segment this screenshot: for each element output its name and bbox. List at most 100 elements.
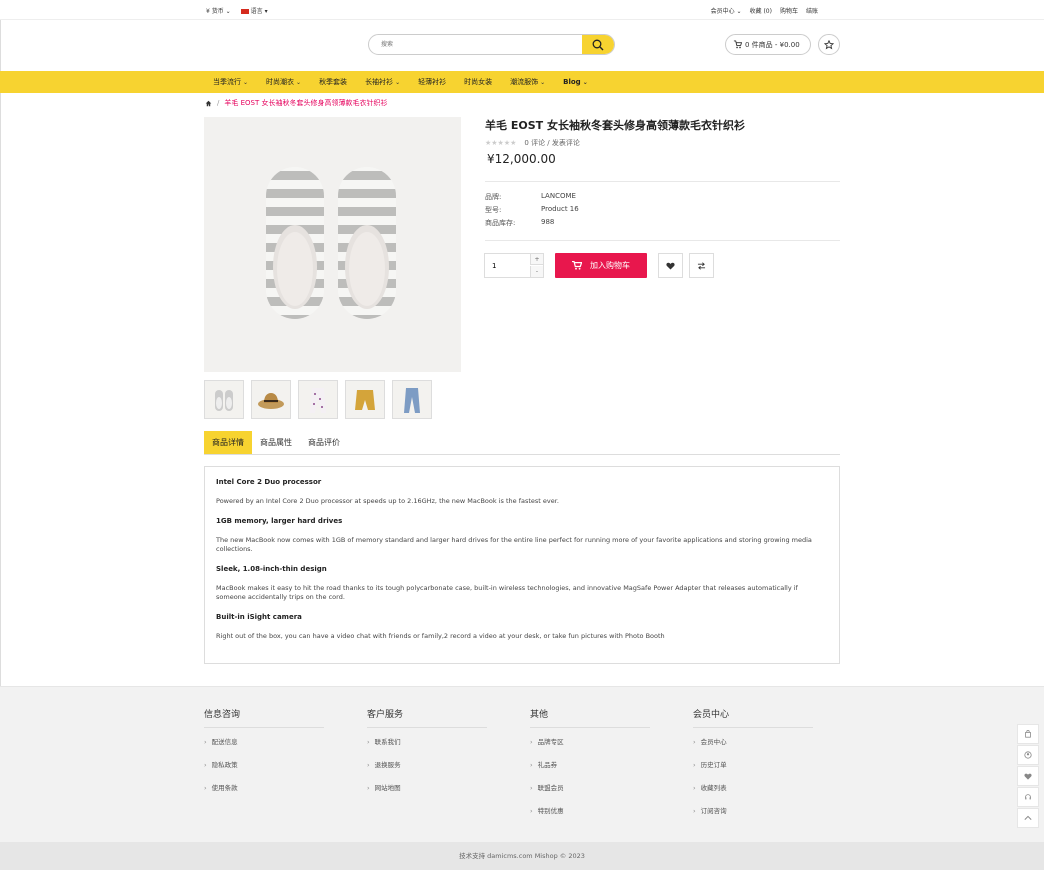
footer-link[interactable]: 隐私政策 — [204, 759, 324, 782]
nav-item-label: 长袖衬衫 — [365, 78, 394, 86]
home-icon[interactable] — [205, 100, 212, 107]
chevron-down-icon: ⌄ — [296, 79, 302, 86]
add-to-wishlist-button[interactable] — [658, 253, 683, 278]
wishlist-button[interactable] — [818, 34, 840, 55]
footer-link[interactable]: 会员中心 — [693, 736, 813, 759]
rating-stars-icon: ★★★★★ — [485, 139, 517, 147]
tab-1[interactable]: 商品属性 — [252, 431, 300, 454]
side-heart-icon[interactable] — [1017, 766, 1039, 786]
footer-link[interactable]: 联盟会员 — [530, 782, 650, 805]
footer-link[interactable]: 退换服务 — [367, 759, 487, 782]
add-to-cart-button[interactable]: 加入购物车 — [555, 253, 647, 278]
spec-value: LANCOME — [541, 192, 576, 200]
footer-link[interactable]: 联系我们 — [367, 736, 487, 759]
footer-link[interactable]: 订阅咨询 — [693, 805, 813, 828]
breadcrumb: / 羊毛 EOST 女长袖秋冬套头修身高领薄款毛衣针织衫 — [205, 98, 387, 108]
add-to-cart-label: 加入购物车 — [590, 261, 630, 270]
footer-link[interactable]: 礼品券 — [530, 759, 650, 782]
chevron-down-icon: ⌄ — [582, 79, 588, 86]
tab-2[interactable]: 商品评价 — [300, 431, 348, 454]
description-heading: Built-in iSight camera — [216, 613, 302, 621]
nav-item-5[interactable]: 时尚女装 — [464, 71, 492, 93]
quantity-increase-button[interactable]: + — [530, 254, 543, 265]
heart-icon — [666, 262, 675, 270]
quantity-stepper: + - — [484, 253, 544, 278]
main-nav: 当季流行 ⌄ 时尚潮衣 ⌄ 秋季套装 长袖衬衫 ⌄ 轻薄衬衫 时尚女装 潮流服饰 ⌄ Blog ⌄ — [0, 71, 1044, 93]
nav-item-label: 秋季套装 — [319, 78, 348, 86]
cart-icon — [572, 261, 582, 270]
thumbnail-slippers[interactable] — [204, 380, 244, 419]
footer-link[interactable]: 历史订单 — [693, 759, 813, 782]
nav-item-label: 当季流行 — [213, 78, 241, 86]
nav-item-1[interactable]: 时尚潮衣 ⌄ — [266, 71, 301, 93]
footer-link[interactable]: 品牌专区 — [530, 736, 650, 759]
wishlist-link[interactable]: 收藏 (0) — [750, 6, 772, 15]
thumbnail-shorts[interactable] — [345, 380, 385, 419]
search-button[interactable] — [582, 35, 614, 54]
nav-item-label: Blog — [563, 78, 581, 86]
side-support-icon[interactable] — [1017, 787, 1039, 807]
breadcrumb-current[interactable]: 羊毛 EOST 女长袖秋冬套头修身高领薄款毛衣针织衫 — [224, 98, 387, 108]
chevron-down-icon: ⌄ — [243, 79, 249, 86]
thumbnail-pants[interactable] — [298, 380, 338, 419]
nav-item-3[interactable]: 长袖衬衫 ⌄ — [365, 71, 400, 93]
thumbnail-hat[interactable] — [251, 380, 291, 419]
thumbnail-jeans[interactable] — [392, 380, 432, 419]
nav-item-0[interactable]: 当季流行 ⌄ — [213, 71, 248, 93]
cart-icon — [733, 40, 742, 49]
footer-column-title: 客户服务 — [367, 707, 487, 728]
back-to-top-icon[interactable] — [1017, 808, 1039, 828]
spec-row: 商品库存: 988 — [485, 218, 579, 231]
account-link[interactable]: 会员中心 ⌄ — [711, 6, 742, 15]
star-icon — [824, 39, 834, 49]
side-toolbar — [1017, 724, 1039, 828]
description-text: The new MacBook now comes with 1GB of me… — [216, 536, 812, 553]
spec-row: 品牌: LANCOME — [485, 192, 579, 205]
side-cart-icon[interactable] — [1017, 724, 1039, 744]
footer-link[interactable]: 网站地图 — [367, 782, 487, 805]
slippers-image — [266, 167, 396, 319]
copyright: 技术支持 damicms.com Mishop © 2023 — [0, 842, 1044, 870]
page-left-border — [0, 20, 1, 686]
compare-button[interactable] — [689, 253, 714, 278]
checkout-link[interactable]: 结账 — [806, 6, 818, 15]
currency-label: ¥ 货币 — [206, 8, 224, 15]
footer-link[interactable]: 配送信息 — [204, 736, 324, 759]
cart-link[interactable]: 购物车 — [780, 6, 798, 15]
quantity-decrease-button[interactable]: - — [530, 266, 543, 277]
divider — [485, 181, 840, 182]
spec-row: 型号: Product 16 — [485, 205, 579, 218]
side-account-icon[interactable] — [1017, 745, 1039, 765]
footer-link[interactable]: 特别优惠 — [530, 805, 650, 828]
cart-button[interactable]: 0 件商品 - ¥0.00 — [725, 34, 811, 55]
footer-column-service: 客户服务联系我们退换服务网站地图 — [367, 707, 487, 805]
search-bar — [368, 34, 615, 55]
chevron-down-icon: ⌄ — [540, 79, 546, 86]
product-main-image[interactable] — [204, 117, 461, 372]
nav-item-6[interactable]: 潮流服饰 ⌄ — [510, 71, 545, 93]
chevron-down-icon: ⌄ — [395, 79, 401, 86]
nav-item-label: 潮流服饰 — [510, 78, 539, 86]
quantity-input[interactable] — [485, 254, 531, 277]
breadcrumb-separator: / — [217, 99, 220, 107]
footer-link[interactable]: 收藏列表 — [693, 782, 813, 805]
language-selector[interactable]: 语言 ▾ — [240, 6, 268, 15]
footer-link[interactable]: 使用条款 — [204, 782, 324, 805]
currency-selector[interactable]: ¥ 货币 ⌄ — [206, 6, 231, 15]
spec-key: 型号: — [485, 206, 502, 214]
hat-thumb-icon — [258, 392, 284, 409]
account-link-label: 会员中心 — [710, 8, 735, 15]
description-text: Powered by an Intel Core 2 Duo processor… — [216, 497, 559, 505]
search-input[interactable] — [369, 35, 581, 54]
product-description: Intel Core 2 Duo processor Powered by an … — [204, 466, 840, 664]
nav-item-4[interactable]: 轻薄衬衫 — [418, 71, 446, 93]
footer-column-member: 会员中心会员中心历史订单收藏列表订阅咨询 — [693, 707, 813, 828]
footer-column-info: 信息咨询配送信息隐私政策使用条款 — [204, 707, 324, 805]
reviews-link[interactable]: 0 评论 / 发表评论 — [524, 138, 580, 148]
jeans-thumb-icon — [404, 387, 420, 413]
nav-item-2[interactable]: 秋季套装 — [319, 71, 347, 93]
tab-0[interactable]: 商品详情 — [204, 431, 252, 454]
slippers-thumb-icon — [215, 389, 233, 411]
language-label: 语言 — [250, 8, 263, 15]
nav-item-7[interactable]: Blog ⌄ — [563, 71, 588, 93]
